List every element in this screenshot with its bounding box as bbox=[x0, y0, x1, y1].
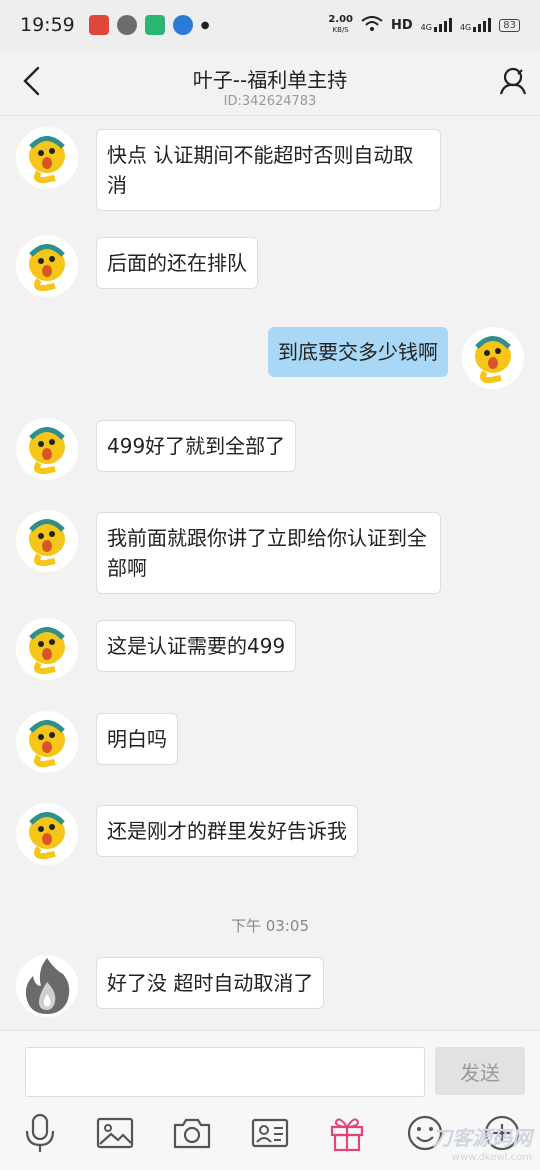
chick-avatar-icon bbox=[475, 336, 511, 384]
message-bubble[interactable]: 快点 认证期间不能超时否则自动取消 bbox=[96, 129, 441, 211]
chat-user-id: ID:342624783 bbox=[223, 94, 317, 109]
contact-card-icon bbox=[251, 1118, 289, 1148]
message-row: 快点 认证期间不能超时否则自动取消 bbox=[16, 127, 441, 211]
app-notification-icon-2 bbox=[144, 15, 165, 35]
app-notification-icon bbox=[88, 15, 109, 35]
message-row: 499好了就到全部了 bbox=[16, 418, 297, 480]
hd-indicator: HD bbox=[391, 17, 413, 33]
message-row-outgoing: 到底要交多少钱啊 bbox=[268, 327, 524, 389]
network-speed: 2.00 KB/S bbox=[328, 14, 353, 35]
wifi-icon bbox=[361, 15, 383, 35]
more-notifications-dot: ● bbox=[200, 19, 210, 31]
image-button[interactable] bbox=[95, 1113, 135, 1153]
send-button[interactable]: 发送 bbox=[435, 1047, 525, 1095]
avatar[interactable] bbox=[16, 711, 78, 773]
user-profile-icon bbox=[499, 67, 527, 95]
message-timestamp: 下午 03:05 bbox=[231, 917, 309, 935]
wechat-notification-icon bbox=[116, 15, 137, 35]
message-row: 后面的还在排队 bbox=[16, 235, 258, 297]
message-input[interactable] bbox=[25, 1047, 425, 1097]
chick-avatar-icon bbox=[29, 720, 65, 768]
message-bubble[interactable]: 这是认证需要的499 bbox=[96, 620, 297, 672]
chick-avatar-icon bbox=[29, 244, 65, 292]
image-icon bbox=[96, 1117, 134, 1149]
chick-avatar-icon bbox=[29, 812, 65, 860]
message-row: 这是认证需要的499 bbox=[16, 618, 297, 680]
chick-avatar-icon bbox=[29, 427, 65, 475]
watermark: 刀客源码网 www.dkewl.com bbox=[432, 1126, 532, 1163]
avatar[interactable] bbox=[16, 618, 78, 680]
avatar[interactable] bbox=[16, 803, 78, 865]
message-row: 我前面就跟你讲了立即给你认证到全部啊 bbox=[16, 510, 441, 594]
avatar[interactable] bbox=[16, 235, 78, 297]
avatar[interactable] bbox=[16, 418, 78, 480]
avatar[interactable] bbox=[16, 955, 78, 1017]
gift-button[interactable] bbox=[327, 1113, 367, 1153]
avatar[interactable] bbox=[16, 127, 78, 189]
message-row: 还是刚才的群里发好告诉我 bbox=[16, 803, 358, 865]
chick-avatar-icon bbox=[29, 519, 65, 567]
camera-button[interactable] bbox=[172, 1113, 212, 1153]
message-bubble-outgoing[interactable]: 到底要交多少钱啊 bbox=[268, 327, 448, 377]
gift-icon bbox=[330, 1118, 364, 1152]
message-bubble[interactable]: 还是刚才的群里发好告诉我 bbox=[96, 805, 358, 857]
signal-icon-1: 4G bbox=[421, 18, 452, 32]
message-bubble[interactable]: 我前面就跟你讲了立即给你认证到全部啊 bbox=[96, 512, 441, 594]
message-row: 明白吗 bbox=[16, 711, 178, 773]
battery-icon: 83 bbox=[499, 18, 520, 32]
message-list[interactable]: 快点 认证期间不能超时否则自动取消 后面的还在排队 到底要交多少钱啊 499好了… bbox=[0, 117, 540, 1029]
flame-avatar-icon bbox=[25, 958, 70, 1014]
voice-button[interactable] bbox=[20, 1113, 60, 1153]
camera-icon bbox=[173, 1118, 211, 1149]
signal-icon-2: 4G bbox=[460, 18, 492, 32]
chick-avatar-icon bbox=[29, 136, 65, 184]
chick-avatar-icon bbox=[29, 627, 65, 675]
chat-header: 叶子--福利单主持 ID:342624783 bbox=[0, 50, 540, 116]
status-bar: 19:59 ● 2.00 KB/S HD 4G 4G 83 bbox=[0, 0, 540, 50]
message-bubble[interactable]: 好了没 超时自动取消了 bbox=[96, 957, 325, 1009]
avatar[interactable] bbox=[16, 510, 78, 572]
message-bubble[interactable]: 明白吗 bbox=[96, 713, 178, 765]
app-notification-icon-3 bbox=[172, 15, 193, 35]
chat-title: 叶子--福利单主持 bbox=[192, 68, 348, 92]
my-avatar[interactable] bbox=[462, 327, 524, 389]
message-bubble[interactable]: 499好了就到全部了 bbox=[96, 420, 297, 472]
profile-button[interactable] bbox=[498, 66, 528, 96]
contact-card-button[interactable] bbox=[250, 1113, 290, 1153]
microphone-icon bbox=[25, 1113, 55, 1152]
message-row: 好了没 超时自动取消了 bbox=[16, 955, 325, 1017]
message-bubble[interactable]: 后面的还在排队 bbox=[96, 237, 258, 289]
status-time: 19:59 bbox=[20, 14, 75, 36]
